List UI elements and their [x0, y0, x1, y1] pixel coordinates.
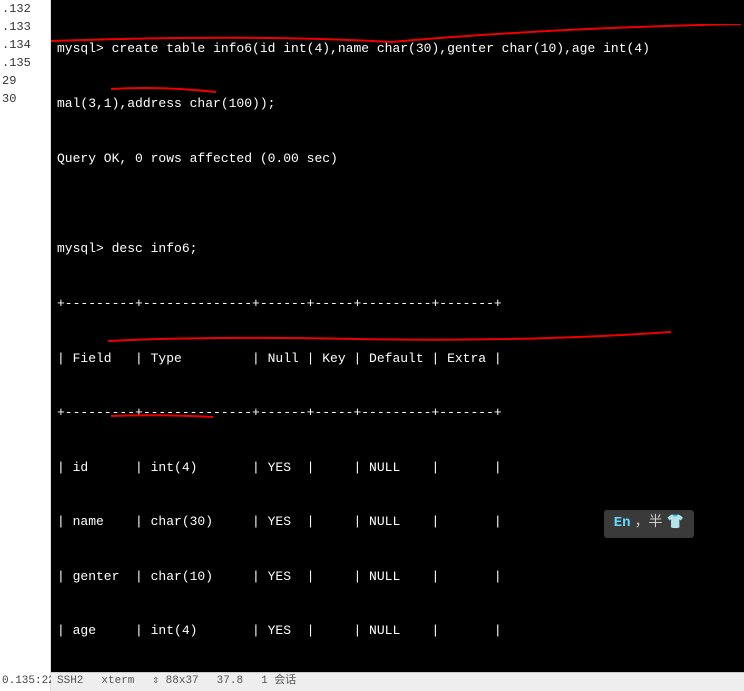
terminal-line: Query OK, 0 rows affected (0.00 sec) [57, 150, 738, 168]
ime-mode-label: ，半 [635, 514, 663, 534]
sidebar-ip-list: .132 .133 .134 .135 29 30 0.135:22 [0, 0, 51, 691]
status-size: ⇕ 88x37 [152, 674, 198, 689]
terminal-line: mysql> create table info6(id int(4),name… [57, 40, 738, 58]
terminal-line: | genter | char(10) | YES | | NULL | | [57, 568, 738, 586]
status-pos: 37.8 [217, 674, 243, 689]
terminal-line: | age | int(4) | YES | | NULL | | [57, 622, 738, 640]
terminal-line: | id | int(4) | YES | | NULL | | [57, 459, 738, 477]
sidebar-item[interactable]: .135 [0, 54, 50, 72]
terminal-line: +---------+--------------+------+-----+-… [57, 295, 738, 313]
time-label: 0.135:22 [2, 673, 51, 690]
sidebar-item[interactable]: 29 [0, 72, 50, 90]
status-conn: SSH2 [57, 674, 83, 689]
ime-lang-label: En [614, 514, 631, 534]
sidebar-item[interactable]: .132 [0, 0, 50, 18]
annotation-redline [106, 328, 676, 346]
terminal-line: | Field | Type | Null | Key | Default | … [57, 350, 738, 368]
sidebar-item[interactable]: 30 [0, 90, 50, 108]
status-term: xterm [101, 674, 134, 689]
terminal-line: +---------+--------------+------+-----+-… [57, 404, 738, 422]
terminal[interactable]: mysql> create table info6(id int(4),name… [51, 0, 744, 691]
sidebar-item[interactable]: .133 [0, 18, 50, 36]
terminal-line: mal(3,1),address char(100)); [57, 95, 738, 113]
terminal-line: mysql> desc info6; [57, 240, 738, 258]
sidebar-item[interactable]: .134 [0, 36, 50, 54]
statusbar: SSH2 xterm ⇕ 88x37 37.8 1 会话 [51, 672, 744, 691]
ime-tshirt-icon: 👕 [667, 514, 684, 534]
status-session: 1 会话 [261, 674, 296, 689]
ime-indicator: En ，半 👕 [604, 510, 694, 538]
